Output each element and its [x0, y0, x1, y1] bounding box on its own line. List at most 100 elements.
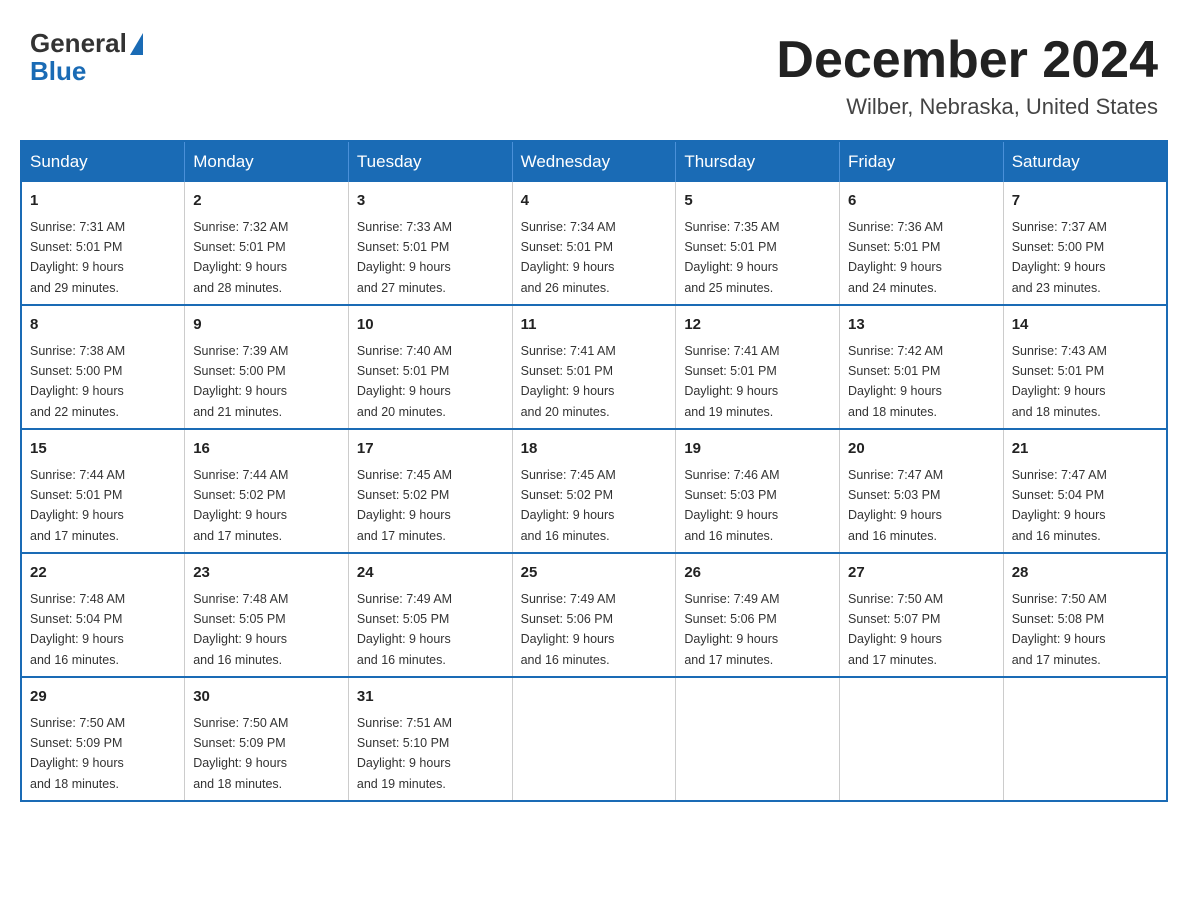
day-number: 31	[357, 686, 504, 709]
day-info: Sunrise: 7:41 AMSunset: 5:01 PMDaylight:…	[684, 344, 779, 419]
day-info: Sunrise: 7:40 AMSunset: 5:01 PMDaylight:…	[357, 344, 452, 419]
calendar-cell: 6 Sunrise: 7:36 AMSunset: 5:01 PMDayligh…	[840, 182, 1004, 305]
calendar-cell: 20 Sunrise: 7:47 AMSunset: 5:03 PMDaylig…	[840, 429, 1004, 553]
day-info: Sunrise: 7:31 AMSunset: 5:01 PMDaylight:…	[30, 220, 125, 295]
page-header: General Blue December 2024 Wilber, Nebra…	[20, 20, 1168, 120]
day-info: Sunrise: 7:50 AMSunset: 5:09 PMDaylight:…	[30, 716, 125, 791]
day-number: 22	[30, 562, 176, 585]
day-number: 19	[684, 438, 831, 461]
day-number: 2	[193, 190, 340, 213]
day-number: 21	[1012, 438, 1158, 461]
calendar-cell: 26 Sunrise: 7:49 AMSunset: 5:06 PMDaylig…	[676, 553, 840, 677]
day-info: Sunrise: 7:50 AMSunset: 5:09 PMDaylight:…	[193, 716, 288, 791]
day-number: 20	[848, 438, 995, 461]
calendar-cell: 2 Sunrise: 7:32 AMSunset: 5:01 PMDayligh…	[185, 182, 349, 305]
day-info: Sunrise: 7:36 AMSunset: 5:01 PMDaylight:…	[848, 220, 943, 295]
day-number: 24	[357, 562, 504, 585]
calendar-cell: 17 Sunrise: 7:45 AMSunset: 5:02 PMDaylig…	[348, 429, 512, 553]
calendar-cell: 31 Sunrise: 7:51 AMSunset: 5:10 PMDaylig…	[348, 677, 512, 801]
day-number: 9	[193, 314, 340, 337]
day-number: 3	[357, 190, 504, 213]
day-info: Sunrise: 7:47 AMSunset: 5:03 PMDaylight:…	[848, 468, 943, 543]
day-number: 8	[30, 314, 176, 337]
day-number: 11	[521, 314, 668, 337]
day-number: 5	[684, 190, 831, 213]
calendar-cell: 21 Sunrise: 7:47 AMSunset: 5:04 PMDaylig…	[1003, 429, 1167, 553]
day-header-saturday: Saturday	[1003, 141, 1167, 182]
calendar-cell: 5 Sunrise: 7:35 AMSunset: 5:01 PMDayligh…	[676, 182, 840, 305]
day-info: Sunrise: 7:45 AMSunset: 5:02 PMDaylight:…	[357, 468, 452, 543]
calendar-cell: 22 Sunrise: 7:48 AMSunset: 5:04 PMDaylig…	[21, 553, 185, 677]
day-number: 16	[193, 438, 340, 461]
calendar-cell: 1 Sunrise: 7:31 AMSunset: 5:01 PMDayligh…	[21, 182, 185, 305]
calendar-cell	[1003, 677, 1167, 801]
calendar-week-4: 22 Sunrise: 7:48 AMSunset: 5:04 PMDaylig…	[21, 553, 1167, 677]
day-number: 10	[357, 314, 504, 337]
logo-general-text: General	[30, 30, 127, 56]
day-number: 13	[848, 314, 995, 337]
calendar-cell	[676, 677, 840, 801]
day-info: Sunrise: 7:50 AMSunset: 5:07 PMDaylight:…	[848, 592, 943, 667]
day-info: Sunrise: 7:47 AMSunset: 5:04 PMDaylight:…	[1012, 468, 1107, 543]
day-number: 23	[193, 562, 340, 585]
calendar-cell	[840, 677, 1004, 801]
logo-blue-text: Blue	[30, 56, 86, 87]
day-number: 30	[193, 686, 340, 709]
day-info: Sunrise: 7:37 AMSunset: 5:00 PMDaylight:…	[1012, 220, 1107, 295]
day-info: Sunrise: 7:50 AMSunset: 5:08 PMDaylight:…	[1012, 592, 1107, 667]
day-number: 28	[1012, 562, 1158, 585]
calendar-cell: 11 Sunrise: 7:41 AMSunset: 5:01 PMDaylig…	[512, 305, 676, 429]
day-header-tuesday: Tuesday	[348, 141, 512, 182]
calendar-cell: 13 Sunrise: 7:42 AMSunset: 5:01 PMDaylig…	[840, 305, 1004, 429]
location-text: Wilber, Nebraska, United States	[776, 94, 1158, 120]
day-info: Sunrise: 7:48 AMSunset: 5:05 PMDaylight:…	[193, 592, 288, 667]
calendar-cell: 7 Sunrise: 7:37 AMSunset: 5:00 PMDayligh…	[1003, 182, 1167, 305]
day-info: Sunrise: 7:44 AMSunset: 5:02 PMDaylight:…	[193, 468, 288, 543]
day-number: 26	[684, 562, 831, 585]
day-number: 25	[521, 562, 668, 585]
calendar-cell: 10 Sunrise: 7:40 AMSunset: 5:01 PMDaylig…	[348, 305, 512, 429]
day-info: Sunrise: 7:46 AMSunset: 5:03 PMDaylight:…	[684, 468, 779, 543]
calendar-cell: 18 Sunrise: 7:45 AMSunset: 5:02 PMDaylig…	[512, 429, 676, 553]
day-number: 17	[357, 438, 504, 461]
calendar-cell: 4 Sunrise: 7:34 AMSunset: 5:01 PMDayligh…	[512, 182, 676, 305]
day-info: Sunrise: 7:45 AMSunset: 5:02 PMDaylight:…	[521, 468, 616, 543]
day-number: 12	[684, 314, 831, 337]
day-info: Sunrise: 7:49 AMSunset: 5:06 PMDaylight:…	[684, 592, 779, 667]
calendar-cell	[512, 677, 676, 801]
day-info: Sunrise: 7:38 AMSunset: 5:00 PMDaylight:…	[30, 344, 125, 419]
day-info: Sunrise: 7:49 AMSunset: 5:05 PMDaylight:…	[357, 592, 452, 667]
calendar-cell: 28 Sunrise: 7:50 AMSunset: 5:08 PMDaylig…	[1003, 553, 1167, 677]
day-number: 7	[1012, 190, 1158, 213]
calendar-cell: 30 Sunrise: 7:50 AMSunset: 5:09 PMDaylig…	[185, 677, 349, 801]
day-number: 14	[1012, 314, 1158, 337]
calendar-cell: 23 Sunrise: 7:48 AMSunset: 5:05 PMDaylig…	[185, 553, 349, 677]
calendar-week-2: 8 Sunrise: 7:38 AMSunset: 5:00 PMDayligh…	[21, 305, 1167, 429]
calendar-cell: 8 Sunrise: 7:38 AMSunset: 5:00 PMDayligh…	[21, 305, 185, 429]
day-header-monday: Monday	[185, 141, 349, 182]
calendar-cell: 16 Sunrise: 7:44 AMSunset: 5:02 PMDaylig…	[185, 429, 349, 553]
calendar-header-row: SundayMondayTuesdayWednesdayThursdayFrid…	[21, 141, 1167, 182]
day-info: Sunrise: 7:43 AMSunset: 5:01 PMDaylight:…	[1012, 344, 1107, 419]
calendar-cell: 19 Sunrise: 7:46 AMSunset: 5:03 PMDaylig…	[676, 429, 840, 553]
calendar-week-5: 29 Sunrise: 7:50 AMSunset: 5:09 PMDaylig…	[21, 677, 1167, 801]
calendar-cell: 24 Sunrise: 7:49 AMSunset: 5:05 PMDaylig…	[348, 553, 512, 677]
day-info: Sunrise: 7:35 AMSunset: 5:01 PMDaylight:…	[684, 220, 779, 295]
day-number: 15	[30, 438, 176, 461]
calendar-cell: 15 Sunrise: 7:44 AMSunset: 5:01 PMDaylig…	[21, 429, 185, 553]
day-number: 1	[30, 190, 176, 213]
day-header-wednesday: Wednesday	[512, 141, 676, 182]
calendar-cell: 14 Sunrise: 7:43 AMSunset: 5:01 PMDaylig…	[1003, 305, 1167, 429]
logo: General Blue	[30, 30, 143, 87]
day-info: Sunrise: 7:33 AMSunset: 5:01 PMDaylight:…	[357, 220, 452, 295]
calendar-week-1: 1 Sunrise: 7:31 AMSunset: 5:01 PMDayligh…	[21, 182, 1167, 305]
day-number: 27	[848, 562, 995, 585]
calendar-table: SundayMondayTuesdayWednesdayThursdayFrid…	[20, 140, 1168, 802]
calendar-cell: 25 Sunrise: 7:49 AMSunset: 5:06 PMDaylig…	[512, 553, 676, 677]
day-info: Sunrise: 7:42 AMSunset: 5:01 PMDaylight:…	[848, 344, 943, 419]
title-section: December 2024 Wilber, Nebraska, United S…	[776, 30, 1158, 120]
day-number: 6	[848, 190, 995, 213]
calendar-cell: 12 Sunrise: 7:41 AMSunset: 5:01 PMDaylig…	[676, 305, 840, 429]
day-info: Sunrise: 7:51 AMSunset: 5:10 PMDaylight:…	[357, 716, 452, 791]
calendar-cell: 29 Sunrise: 7:50 AMSunset: 5:09 PMDaylig…	[21, 677, 185, 801]
